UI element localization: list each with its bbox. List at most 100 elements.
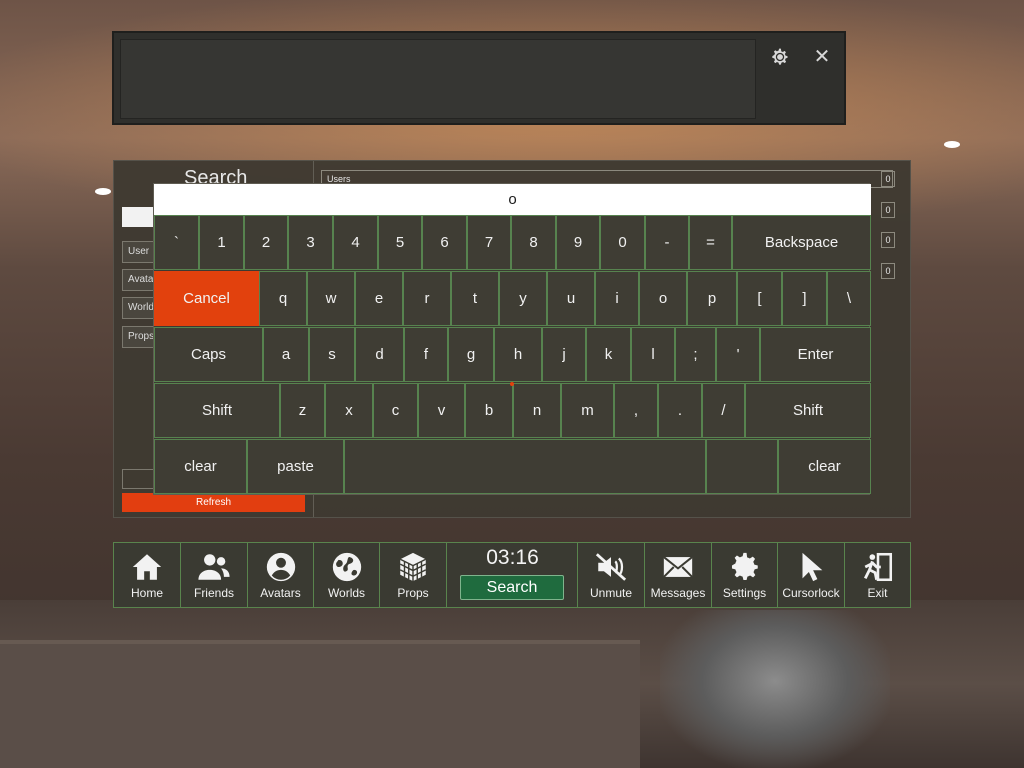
key-clear-right[interactable]: clear bbox=[778, 439, 871, 494]
dock-label: Home bbox=[130, 586, 163, 600]
key-d[interactable]: d bbox=[355, 327, 404, 382]
envelope-icon bbox=[663, 556, 693, 578]
key-quote[interactable]: ' bbox=[716, 327, 760, 382]
cursor-dot bbox=[510, 382, 514, 386]
dock-exit-button[interactable]: Exit bbox=[845, 543, 910, 607]
key-2[interactable]: 2 bbox=[244, 215, 288, 270]
key-n[interactable]: n bbox=[513, 383, 561, 438]
dock-search-button[interactable]: Search bbox=[460, 575, 564, 600]
key-e[interactable]: e bbox=[355, 271, 403, 326]
key-semicolon[interactable]: ; bbox=[675, 327, 716, 382]
dock-messages-button[interactable]: Messages bbox=[645, 543, 712, 607]
key-equals[interactable]: = bbox=[689, 215, 732, 270]
key-3[interactable]: 3 bbox=[288, 215, 333, 270]
dock-label: Props bbox=[397, 586, 429, 600]
key-blank[interactable] bbox=[706, 439, 778, 494]
key-t[interactable]: t bbox=[451, 271, 499, 326]
key-y[interactable]: y bbox=[499, 271, 547, 326]
key-9[interactable]: 9 bbox=[556, 215, 600, 270]
key-f[interactable]: f bbox=[404, 327, 448, 382]
dock-label: Unmute bbox=[589, 586, 633, 600]
key-q[interactable]: q bbox=[259, 271, 307, 326]
key-paste[interactable]: paste bbox=[247, 439, 344, 494]
key-0[interactable]: 0 bbox=[600, 215, 645, 270]
virtual-keyboard: o ` 1 2 3 4 5 6 7 8 9 0 - = Backspace Ca… bbox=[153, 183, 871, 495]
cursor-icon bbox=[802, 552, 823, 582]
key-clear-left[interactable]: clear bbox=[154, 439, 247, 494]
exit-icon bbox=[863, 552, 892, 582]
key-right-bracket[interactable]: ] bbox=[782, 271, 827, 326]
dock-friends-button[interactable]: Friends bbox=[181, 543, 248, 607]
key-slash[interactable]: / bbox=[702, 383, 745, 438]
key-m[interactable]: m bbox=[561, 383, 614, 438]
key-i[interactable]: i bbox=[595, 271, 639, 326]
keyboard-input-field[interactable]: o bbox=[154, 184, 871, 215]
dock-props-button[interactable]: Props bbox=[380, 543, 447, 607]
key-6[interactable]: 6 bbox=[422, 215, 467, 270]
key-a[interactable]: a bbox=[263, 327, 309, 382]
dock-label: Cursorlock bbox=[782, 586, 840, 600]
key-period[interactable]: . bbox=[658, 383, 702, 438]
key-j[interactable]: j bbox=[542, 327, 586, 382]
dock-label: Settings bbox=[722, 586, 767, 600]
key-s[interactable]: s bbox=[309, 327, 355, 382]
key-x[interactable]: x bbox=[325, 383, 373, 438]
key-enter[interactable]: Enter bbox=[760, 327, 871, 382]
key-w[interactable]: w bbox=[307, 271, 355, 326]
result-count: 0 bbox=[881, 202, 895, 218]
cancel-button[interactable]: Cancel bbox=[154, 271, 259, 326]
key-left-shift[interactable]: Shift bbox=[154, 383, 280, 438]
key-h[interactable]: h bbox=[494, 327, 542, 382]
quick-menu-dock: Home Friends Avatars Worlds Props 03:16 … bbox=[113, 542, 911, 608]
key-c[interactable]: c bbox=[373, 383, 418, 438]
home-icon bbox=[132, 554, 162, 580]
key-b[interactable]: b bbox=[465, 383, 513, 438]
background-couch bbox=[0, 640, 640, 768]
result-count: 0 bbox=[881, 232, 895, 248]
background-robot-avatar bbox=[660, 610, 890, 768]
dock-label: Worlds bbox=[327, 586, 366, 600]
dock-avatars-button[interactable]: Avatars bbox=[248, 543, 314, 607]
key-right-shift[interactable]: Shift bbox=[745, 383, 871, 438]
dock-label: Exit bbox=[867, 586, 888, 600]
dock-settings-button[interactable]: Settings bbox=[712, 543, 778, 607]
key-caps[interactable]: Caps bbox=[154, 327, 263, 382]
key-backtick[interactable]: ` bbox=[154, 215, 199, 270]
key-4[interactable]: 4 bbox=[333, 215, 378, 270]
ceiling-light bbox=[95, 188, 111, 195]
key-l[interactable]: l bbox=[631, 327, 675, 382]
key-v[interactable]: v bbox=[418, 383, 465, 438]
key-1[interactable]: 1 bbox=[199, 215, 244, 270]
dock-cursorlock-button[interactable]: Cursorlock bbox=[778, 543, 845, 607]
key-backslash[interactable]: \ bbox=[827, 271, 871, 326]
key-8[interactable]: 8 bbox=[511, 215, 556, 270]
result-count: 0 bbox=[881, 263, 895, 279]
close-icon[interactable]: ✕ bbox=[804, 43, 840, 71]
key-z[interactable]: z bbox=[280, 383, 325, 438]
key-k[interactable]: k bbox=[586, 327, 631, 382]
key-left-bracket[interactable]: [ bbox=[737, 271, 782, 326]
refresh-button[interactable]: Refresh bbox=[122, 493, 305, 512]
key-o[interactable]: o bbox=[639, 271, 687, 326]
key-u[interactable]: u bbox=[547, 271, 595, 326]
ceiling-light bbox=[944, 141, 960, 148]
key-space[interactable] bbox=[344, 439, 706, 494]
key-minus[interactable]: - bbox=[645, 215, 689, 270]
avatar-icon bbox=[266, 552, 295, 582]
top-panel: ✕ bbox=[112, 31, 846, 125]
dock-unmute-button[interactable]: Unmute bbox=[578, 543, 645, 607]
dock-label: Messages bbox=[650, 586, 706, 600]
top-panel-content bbox=[120, 39, 756, 119]
key-p[interactable]: p bbox=[687, 271, 737, 326]
gear-icon[interactable] bbox=[762, 43, 798, 71]
dock-home-button[interactable]: Home bbox=[114, 543, 181, 607]
key-r[interactable]: r bbox=[403, 271, 451, 326]
dock-worlds-button[interactable]: Worlds bbox=[314, 543, 380, 607]
globe-icon bbox=[332, 552, 361, 582]
clock-time: 03:16 bbox=[486, 546, 539, 569]
key-comma[interactable]: , bbox=[614, 383, 658, 438]
key-backspace[interactable]: Backspace bbox=[732, 215, 871, 270]
key-7[interactable]: 7 bbox=[467, 215, 511, 270]
key-g[interactable]: g bbox=[448, 327, 494, 382]
key-5[interactable]: 5 bbox=[378, 215, 422, 270]
